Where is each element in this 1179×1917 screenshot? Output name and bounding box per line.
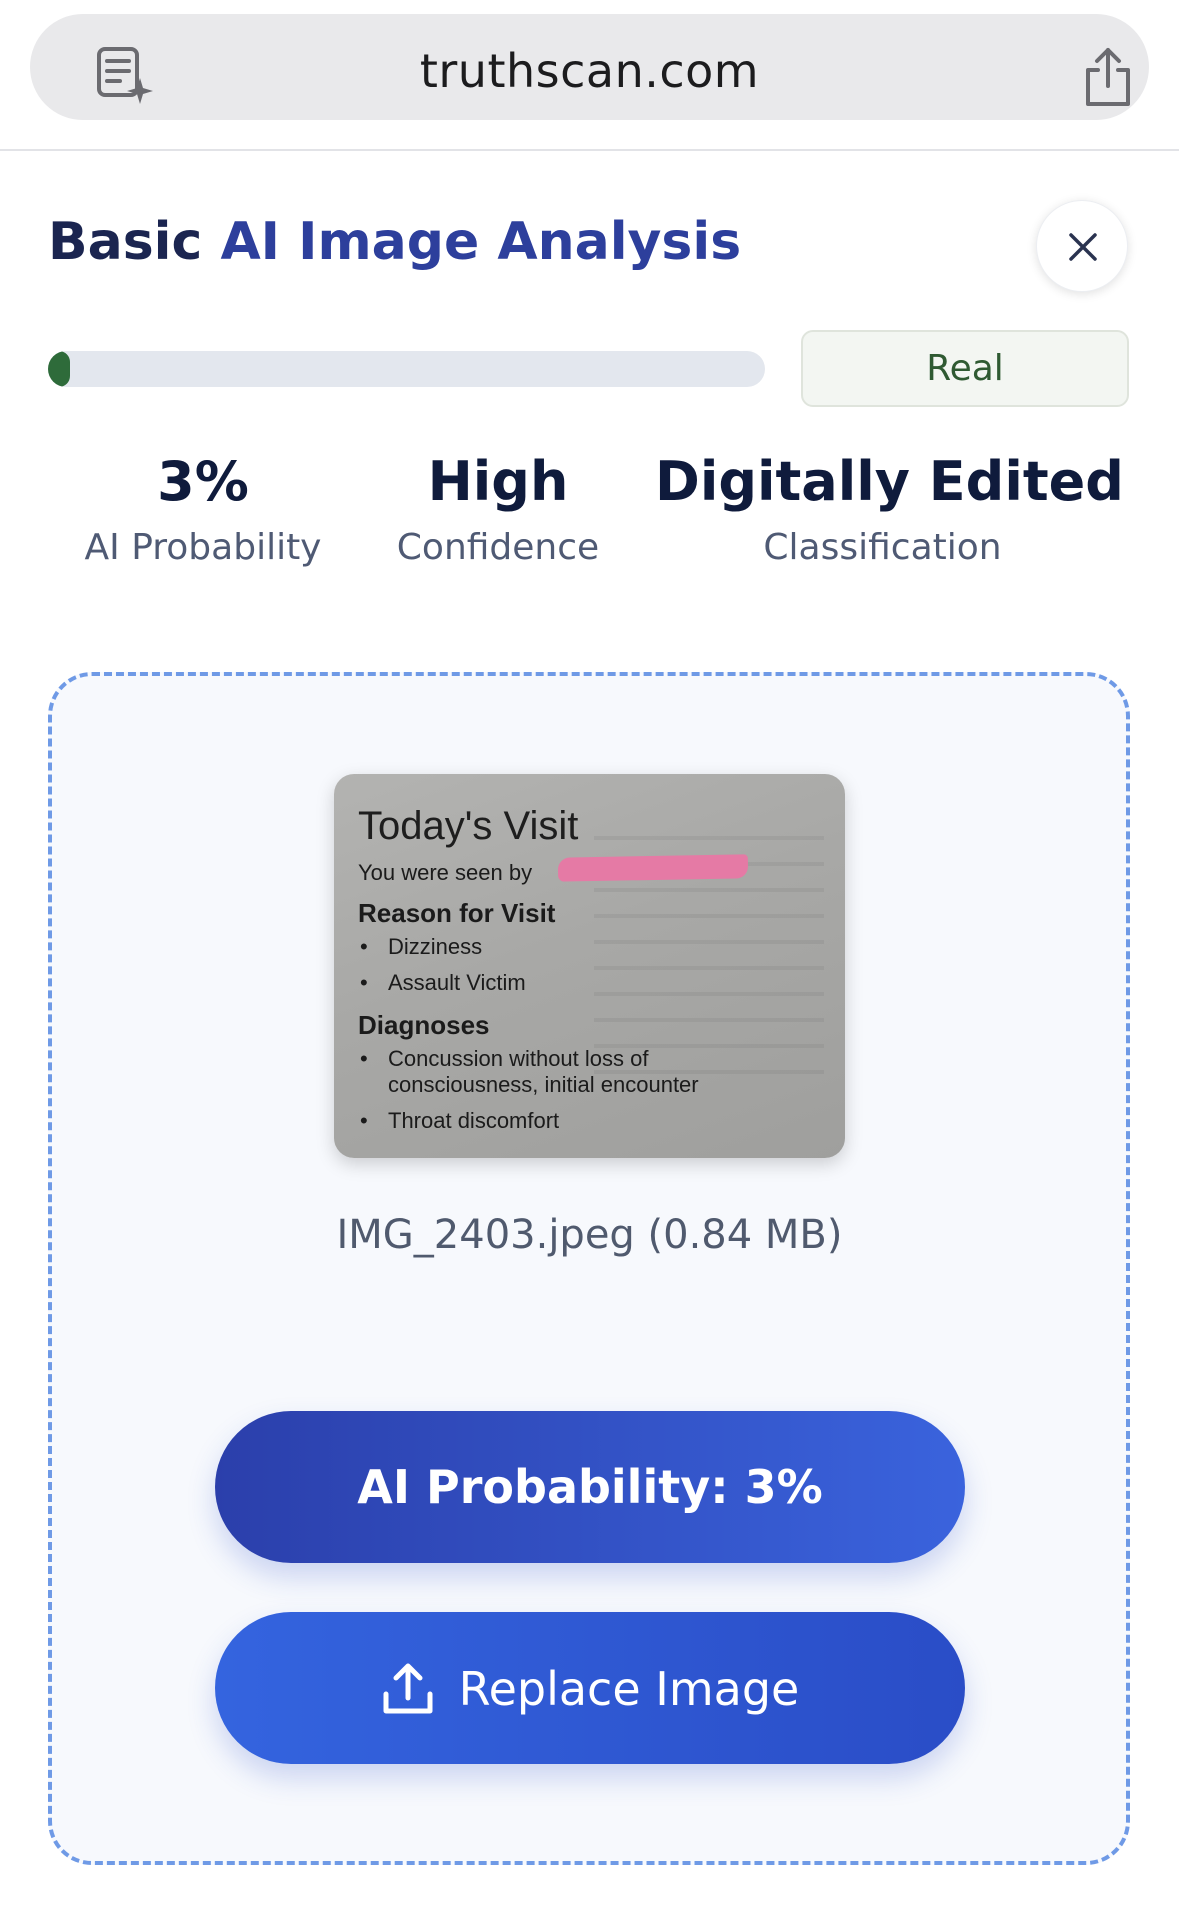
preview-diagnosis-text: Throat discomfort (388, 1108, 560, 1133)
uploaded-image-preview: Today's Visit You were seen by Reason fo… (334, 774, 845, 1158)
page: truthscan.com Basic AI Image Analysis Re… (0, 0, 1179, 1917)
replace-image-label: Replace Image (458, 1662, 800, 1716)
file-name: IMG_2403.jpeg (0.84 MB) (336, 1212, 843, 1258)
replace-image-button-content: Replace Image (215, 1662, 965, 1716)
close-button[interactable] (1036, 200, 1128, 292)
ai-probability-button[interactable]: AI Probability: 3% (215, 1411, 965, 1563)
title-accent: AI Image Analysis (220, 212, 742, 272)
preview-reason-item: • Dizziness (360, 934, 483, 959)
browser-chrome: truthscan.com (0, 0, 1179, 151)
url-text[interactable]: truthscan.com (30, 44, 1149, 98)
ai-probability-bar-fill (48, 351, 70, 387)
stat-value: High (427, 450, 569, 513)
preview-reason-title: Reason for Visit (358, 898, 556, 928)
preview-reason-text: Assault Victim (388, 970, 526, 995)
preview-diagnosis-text: Concussion without loss of (388, 1046, 649, 1071)
stat-label: AI Probability (84, 527, 322, 568)
address-bar[interactable]: truthscan.com (30, 14, 1149, 120)
verdict-badge: Real (801, 330, 1129, 407)
preview-diagnoses-title: Diagnoses (358, 1010, 490, 1040)
preview-reason-text: Dizziness (388, 934, 483, 959)
stat-confidence: High Confidence (358, 450, 638, 568)
upload-icon (383, 1663, 433, 1714)
page-title: Basic AI Image Analysis (48, 212, 741, 272)
preview-diagnosis-item: • Concussion without loss of (360, 1046, 649, 1071)
replace-image-button[interactable]: Replace Image (215, 1612, 965, 1764)
stat-label: Confidence (396, 527, 600, 568)
stat-label: Classification (763, 527, 1002, 568)
stat-value: Digitally Edited (655, 450, 1124, 513)
redaction-mark (557, 854, 749, 882)
stat-value: 3% (157, 450, 249, 513)
title-word-basic: Basic (48, 212, 203, 272)
stat-classification: Digitally Edited Classification (655, 450, 1124, 568)
preview-diagnosis-continued: consciousness, initial encounter (388, 1072, 699, 1097)
preview-seen-by: You were seen by (358, 860, 533, 885)
preview-diagnosis-item: • Throat discomfort (360, 1108, 560, 1133)
ai-probability-bar (48, 351, 765, 387)
share-icon[interactable] (1080, 46, 1136, 108)
preview-reason-item: • Assault Victim (360, 970, 526, 995)
stat-ai-probability: 3% AI Probability (58, 450, 348, 568)
preview-heading: Today's Visit (358, 804, 579, 848)
close-icon (1069, 233, 1097, 261)
